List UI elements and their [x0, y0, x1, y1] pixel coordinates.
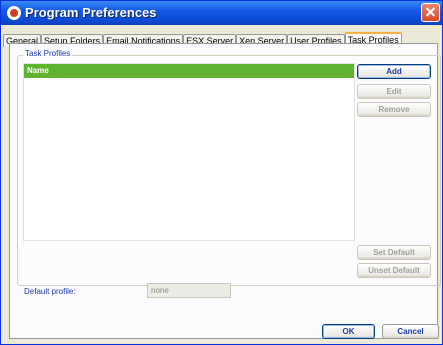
- app-icon: [7, 6, 21, 20]
- list-column-name[interactable]: Name: [24, 64, 354, 78]
- window-title: Program Preferences: [25, 5, 157, 20]
- title-bar[interactable]: Program Preferences: [1, 1, 442, 25]
- preferences-window: Program Preferences General Setup Folders…: [0, 0, 443, 345]
- ok-button[interactable]: OK: [322, 324, 375, 339]
- set-default-button[interactable]: Set Default: [357, 245, 431, 260]
- edit-button[interactable]: Edit: [357, 84, 431, 99]
- default-profile-label: Default profile:: [24, 287, 76, 296]
- task-profiles-list[interactable]: Name: [23, 63, 355, 241]
- close-icon[interactable]: [421, 3, 440, 22]
- default-profile-field[interactable]: none: [147, 283, 231, 298]
- add-button[interactable]: Add: [357, 64, 431, 79]
- tab-bar: General Setup Folders Email Notifications E…: [3, 29, 402, 47]
- cancel-button[interactable]: Cancel: [382, 324, 439, 339]
- group-label: Task Profiles: [23, 49, 73, 58]
- unset-default-button[interactable]: Unset Default: [357, 263, 431, 278]
- remove-button[interactable]: Remove: [357, 102, 431, 117]
